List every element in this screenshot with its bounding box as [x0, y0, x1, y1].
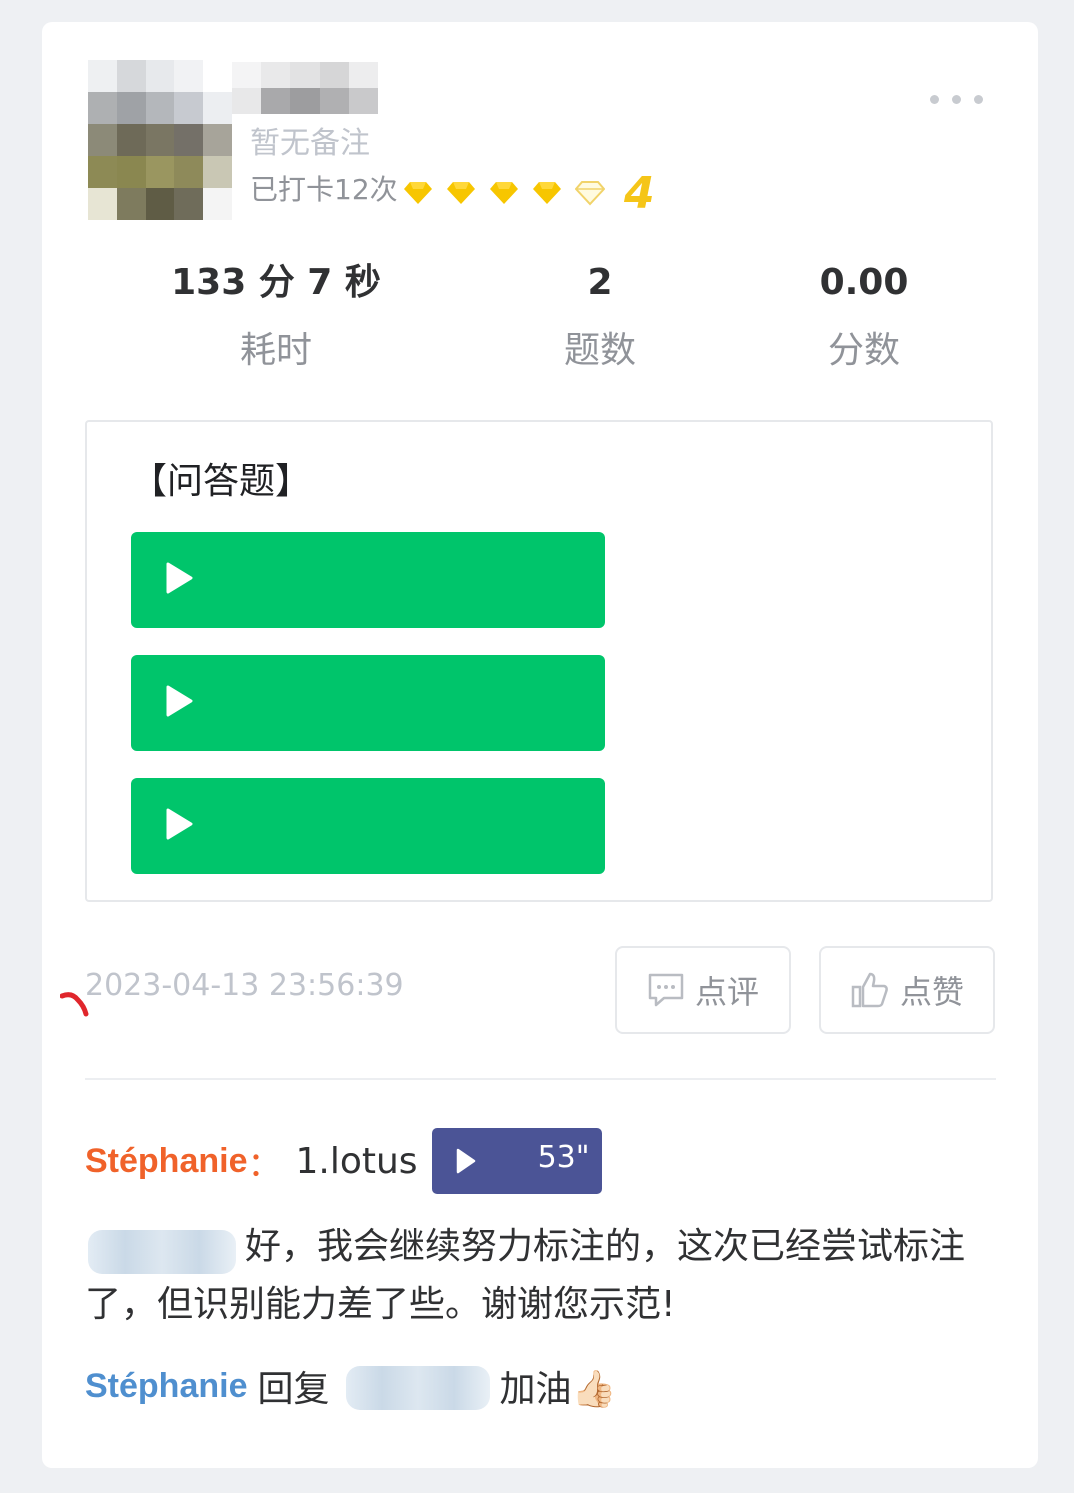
thumbs-up-icon: [851, 972, 888, 1008]
level-number: 4: [624, 168, 655, 219]
comment-item: Stéphanie 回复 加油👍🏻: [85, 1356, 616, 1416]
gem-icon: [447, 182, 475, 204]
comment-icon: [648, 973, 684, 1007]
checkin-count: 已打卡12次: [250, 173, 398, 206]
comment-author[interactable]: Stéphanie: [85, 1367, 247, 1406]
question-type-title: 【问答题】: [131, 461, 312, 502]
like-button[interactable]: 点赞: [819, 946, 995, 1034]
gem-icon: [404, 182, 432, 204]
play-icon: [166, 808, 193, 840]
gem-outline-icon: [575, 181, 605, 206]
play-icon: [166, 562, 193, 594]
stat-label: 耗时: [239, 330, 312, 371]
comment-author[interactable]: Stéphanie: [85, 1142, 247, 1181]
level-gems: [403, 176, 605, 216]
stat-value: 0.00: [819, 262, 909, 303]
stat-value: 133 分 7 秒: [171, 262, 381, 303]
stat-question-count: 2 题数: [520, 258, 680, 376]
audio-player-button[interactable]: [131, 532, 605, 628]
voice-message-button[interactable]: 53": [431, 1128, 602, 1194]
voice-duration: 53": [537, 1140, 590, 1175]
reply-label: 回复: [257, 1369, 330, 1410]
comment-separator: ：: [247, 1144, 282, 1185]
stat-label: 分数: [827, 330, 900, 371]
more-dots-icon[interactable]: [930, 95, 983, 104]
audio-player-button[interactable]: [131, 778, 605, 874]
post-timestamp: 2023-04-13 23:56:39: [85, 968, 404, 1003]
gem-icon: [490, 182, 518, 204]
gem-icon: [533, 182, 561, 204]
play-icon: [166, 685, 193, 717]
play-icon: [456, 1148, 475, 1174]
remark-text: 暂无备注: [250, 126, 370, 161]
stat-label: 题数: [563, 330, 636, 371]
comment-text: 好，我会继续努力标注的，这次已经尝试标注了，但识别能力差了些。谢谢您示范!: [85, 1226, 966, 1325]
comment-item: 好，我会继续努力标注的，这次已经尝试标注了，但识别能力差了些。谢谢您示范!: [85, 1218, 995, 1334]
comment-text: 1.lotus: [295, 1140, 418, 1182]
comment-text: 加油👍🏻: [499, 1369, 617, 1410]
user-name-blurred: [232, 62, 378, 114]
audio-player-button[interactable]: [131, 655, 605, 751]
like-button-label: 点赞: [899, 973, 964, 1011]
stat-value: 2: [587, 262, 613, 303]
stat-score: 0.00 分数: [784, 258, 944, 376]
divider: [85, 1078, 996, 1080]
comment-item: Stéphanie ： 1.lotus 53": [85, 1128, 602, 1194]
avatar[interactable]: [88, 60, 232, 220]
comment-button-label: 点评: [694, 973, 759, 1011]
stat-duration: 133 分 7 秒 耗时: [166, 258, 386, 376]
comment-button[interactable]: 点评: [615, 946, 791, 1034]
question-box: 【问答题】: [85, 420, 993, 902]
